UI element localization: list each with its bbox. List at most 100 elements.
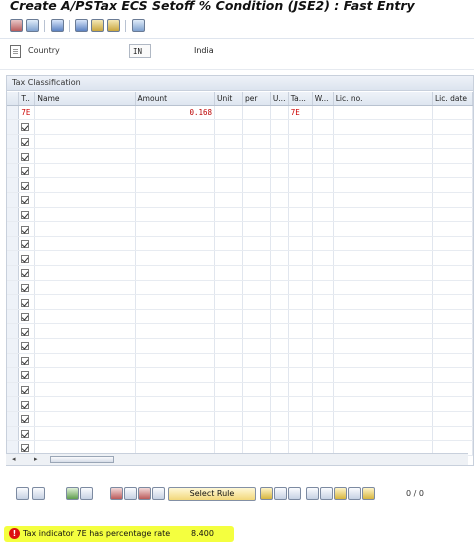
table-row[interactable] [7, 134, 473, 150]
cell-name[interactable] [34, 338, 136, 354]
cell-uom[interactable] [270, 294, 289, 310]
cell-amount[interactable] [135, 353, 216, 369]
variants-icon[interactable] [26, 19, 39, 32]
cell-lic-no[interactable] [333, 280, 433, 296]
status-bar[interactable]: ! Tax indicator 7E has percentage rate 8… [4, 526, 234, 542]
row-selector[interactable] [7, 294, 20, 310]
cell-unit[interactable] [214, 426, 243, 442]
cell-tax[interactable] [288, 309, 313, 325]
display-icon[interactable] [51, 19, 64, 32]
cell-lic-no[interactable] [333, 134, 433, 150]
table-row[interactable] [7, 265, 473, 281]
cell-lic-date[interactable] [432, 265, 473, 281]
cell-per[interactable] [242, 148, 271, 164]
cell-type[interactable] [18, 353, 36, 369]
cell-lic-no[interactable] [333, 221, 433, 237]
cell-per[interactable] [242, 250, 271, 267]
cell-type[interactable]: 7E [18, 105, 36, 121]
table-row[interactable] [7, 163, 473, 179]
cell-lic-no[interactable] [333, 323, 433, 339]
cell-lic-date[interactable] [432, 148, 473, 164]
row-selector-header[interactable] [7, 92, 20, 106]
column-header-tax[interactable]: Ta... [288, 92, 313, 106]
row-selector[interactable] [7, 177, 20, 194]
table-row[interactable] [7, 148, 473, 164]
cell-w[interactable] [312, 382, 334, 398]
cell-amount[interactable]: 0.168 [135, 105, 216, 121]
scroll-thumb[interactable] [50, 456, 114, 463]
cell-tax[interactable] [288, 382, 313, 398]
cell-w[interactable] [312, 309, 334, 325]
checkbox-icon[interactable] [21, 137, 30, 146]
select-all-icon[interactable] [16, 487, 29, 500]
cell-tax[interactable] [288, 207, 313, 223]
cell-unit[interactable] [214, 250, 243, 267]
cell-per[interactable] [242, 134, 271, 150]
cell-unit[interactable] [214, 396, 243, 412]
cell-uom[interactable] [270, 353, 289, 369]
column-header-name[interactable]: Name [34, 92, 136, 106]
row-selector[interactable] [7, 396, 20, 412]
cell-w[interactable] [312, 236, 334, 252]
cell-type[interactable] [18, 309, 36, 325]
cell-amount[interactable] [135, 265, 216, 281]
cell-type[interactable] [18, 207, 36, 223]
cell-amount[interactable] [135, 396, 216, 412]
cell-name[interactable] [34, 396, 136, 412]
column-header-per[interactable]: per [242, 92, 271, 106]
paste-icon[interactable] [152, 487, 165, 500]
cell-unit[interactable] [214, 265, 243, 281]
row-selector[interactable] [7, 119, 20, 135]
cell-lic-no[interactable] [333, 192, 433, 208]
cell-lic-no[interactable] [333, 207, 433, 223]
deselect-all-icon[interactable] [32, 487, 45, 500]
cell-uom[interactable] [270, 265, 289, 281]
table-row[interactable] [7, 338, 473, 354]
cell-uom[interactable] [270, 207, 289, 223]
row-selector[interactable] [7, 134, 20, 150]
cell-per[interactable] [242, 382, 271, 398]
cell-per[interactable] [242, 236, 271, 252]
cell-name[interactable] [34, 105, 136, 121]
cell-uom[interactable] [270, 148, 289, 164]
cell-lic-date[interactable] [432, 280, 473, 296]
row-selector[interactable] [7, 265, 20, 281]
cell-lic-date[interactable] [432, 382, 473, 398]
table-row[interactable] [7, 192, 473, 208]
cell-lic-no[interactable] [333, 163, 433, 179]
cell-lic-date[interactable] [432, 411, 473, 427]
cell-unit[interactable] [214, 221, 243, 237]
cell-type[interactable] [18, 177, 36, 194]
find-next-icon[interactable] [288, 487, 301, 500]
table-row[interactable] [7, 426, 473, 442]
cell-lic-no[interactable] [333, 250, 433, 267]
cell-uom[interactable] [270, 411, 289, 427]
cell-tax[interactable] [288, 192, 313, 208]
cell-lic-date[interactable] [432, 134, 473, 150]
checkbox-icon[interactable] [21, 196, 30, 205]
cell-unit[interactable] [214, 105, 243, 121]
cell-lic-no[interactable] [333, 236, 433, 252]
cell-unit[interactable] [214, 207, 243, 223]
checkbox-icon[interactable] [21, 240, 30, 249]
cell-name[interactable] [34, 280, 136, 296]
cell-per[interactable] [242, 105, 271, 121]
insert-row-icon[interactable] [124, 487, 137, 500]
row-selector[interactable] [7, 280, 20, 296]
cell-tax[interactable] [288, 134, 313, 150]
cell-lic-no[interactable] [333, 367, 433, 383]
cell-per[interactable] [242, 192, 271, 208]
cell-lic-date[interactable] [432, 353, 473, 369]
cell-lic-date[interactable] [432, 192, 473, 208]
cell-lic-no[interactable] [333, 119, 433, 135]
cell-type[interactable] [18, 323, 36, 339]
cell-w[interactable] [312, 119, 334, 135]
row-selector[interactable] [7, 426, 20, 442]
cell-lic-date[interactable] [432, 221, 473, 237]
column-header-w[interactable]: W... [312, 92, 334, 106]
cell-lic-no[interactable] [333, 148, 433, 164]
cell-lic-no[interactable] [333, 265, 433, 281]
print-icon[interactable] [348, 487, 361, 500]
table-row[interactable] [7, 177, 473, 194]
cell-unit[interactable] [214, 309, 243, 325]
